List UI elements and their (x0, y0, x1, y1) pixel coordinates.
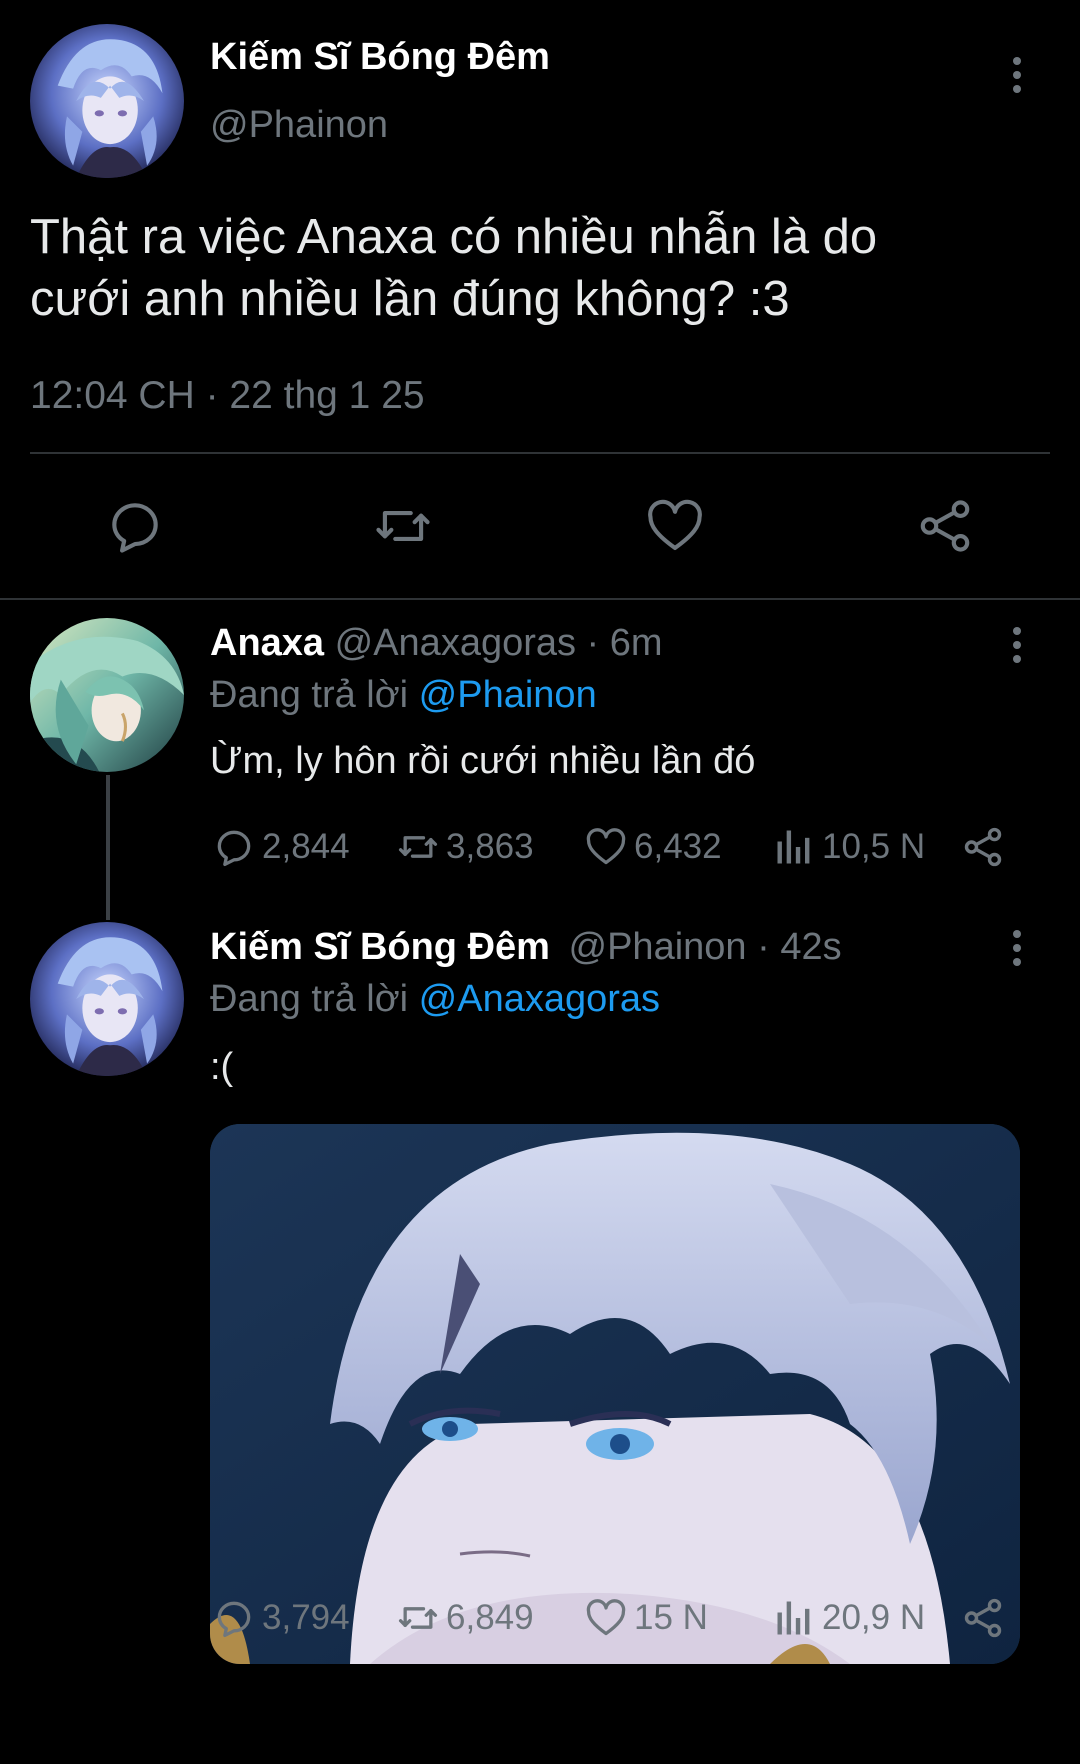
replying-to: Đang trả lời @Phainon (210, 674, 597, 717)
more-options-icon[interactable] (1007, 928, 1027, 968)
view-count[interactable]: 10,5 N (772, 825, 925, 869)
like-icon[interactable] (644, 495, 706, 557)
reply-count[interactable]: 2,844 (212, 825, 350, 869)
view-count-value: 10,5 N (822, 827, 926, 866)
retweet-count[interactable]: 6,849 (396, 1596, 534, 1640)
share-icon[interactable] (914, 495, 976, 557)
reply-icon (212, 1596, 256, 1640)
reply-author-name[interactable]: Anaxa (210, 622, 324, 664)
like-icon (584, 825, 628, 869)
share-icon[interactable] (960, 824, 1006, 870)
retweet-count-value: 6,849 (446, 1598, 534, 1637)
reply-handle-time[interactable]: @Phainon · 42s (569, 926, 842, 968)
views-chart-icon (772, 825, 816, 869)
replying-to-label: Đang trả lời (210, 674, 409, 716)
retweet-icon (396, 825, 440, 869)
reply-author-name[interactable]: Kiếm Sĩ Bóng Đêm (210, 926, 550, 968)
reply-count-value: 2,844 (262, 827, 350, 866)
replying-to: Đang trả lời @Anaxagoras (210, 978, 660, 1021)
replying-to-handle[interactable]: @Phainon (419, 674, 597, 716)
more-options-icon[interactable] (1007, 55, 1027, 95)
reply-count[interactable]: 3,794 (212, 1596, 350, 1640)
tweet-timestamp[interactable]: 12:04 CH · 22 thg 1 25 (30, 374, 425, 418)
tweet-text-line-1: Thật ra việc Anaxa có nhiều nhẫn là do (30, 210, 878, 264)
reply-icon (212, 825, 256, 869)
retweet-count[interactable]: 3,863 (396, 825, 534, 869)
divider (30, 452, 1050, 454)
replying-to-label: Đang trả lời (210, 978, 409, 1020)
like-count[interactable]: 6,432 (584, 825, 722, 869)
like-count[interactable]: 15 N (584, 1596, 708, 1640)
reply-handle-time[interactable]: @Anaxagoras · 6m (335, 622, 663, 664)
avatar-anaxa[interactable] (30, 618, 184, 772)
reply-header: Anaxa @Anaxagoras · 6m (210, 622, 663, 665)
attached-image[interactable] (210, 1124, 1020, 1664)
avatar-phainon[interactable] (30, 922, 184, 1076)
tweet-text-line-2: cưới anh nhiều lần đúng không? :3 (30, 272, 790, 326)
like-icon (584, 1596, 628, 1640)
reply-text: :( (210, 1046, 234, 1088)
like-count-value: 15 N (634, 1598, 708, 1637)
author-name[interactable]: Kiếm Sĩ Bóng Đêm (210, 36, 550, 79)
avatar-phainon[interactable] (30, 24, 184, 178)
more-options-icon[interactable] (1007, 625, 1027, 665)
retweet-icon (396, 1596, 440, 1640)
share-icon[interactable] (960, 1595, 1006, 1641)
views-chart-icon (772, 1596, 816, 1640)
view-count[interactable]: 20,9 N (772, 1596, 925, 1640)
reply-header: Kiếm Sĩ Bóng Đêm @Phainon · 42s (210, 926, 842, 969)
divider (0, 598, 1080, 600)
view-count-value: 20,9 N (822, 1598, 926, 1637)
reply-count-value: 3,794 (262, 1598, 350, 1637)
replying-to-handle[interactable]: @Anaxagoras (419, 978, 660, 1020)
author-handle[interactable]: @Phainon (210, 104, 388, 147)
reply-icon[interactable] (104, 495, 166, 557)
reply-text: Ừm, ly hôn rồi cưới nhiều lần đó (210, 740, 756, 782)
retweet-count-value: 3,863 (446, 827, 534, 866)
tweet-text: Thật ra việc Anaxa có nhiều nhẫn là do c… (30, 206, 1040, 330)
retweet-icon[interactable] (372, 495, 434, 557)
thread-connector-line (106, 775, 110, 920)
like-count-value: 6,432 (634, 827, 722, 866)
